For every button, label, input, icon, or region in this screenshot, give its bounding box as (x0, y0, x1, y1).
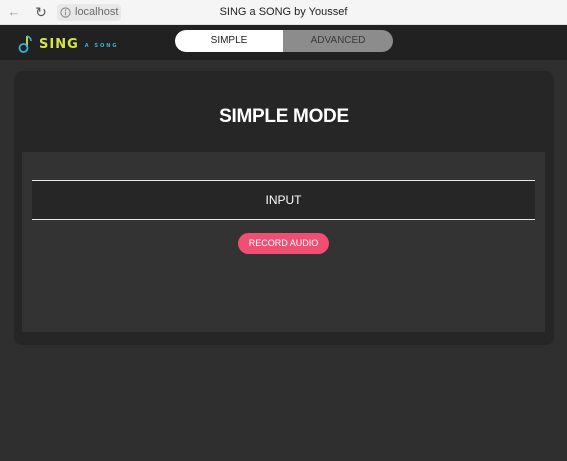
logo-subtext: A SONG (84, 43, 119, 49)
input-section: INPUT (32, 180, 535, 220)
app-header: SING A SONG SIMPLE ADVANCED (0, 25, 567, 60)
logo[interactable]: SING A SONG (17, 33, 119, 55)
page-title: SIMPLE MODE (219, 106, 349, 127)
logo-text: SING (39, 36, 79, 52)
music-note-icon (18, 35, 32, 53)
input-panel: INPUT RECORD AUDIO (22, 152, 545, 332)
mode-toggle: SIMPLE ADVANCED (175, 30, 393, 52)
tab-advanced[interactable]: ADVANCED (283, 30, 393, 52)
main-card: SIMPLE MODE INPUT RECORD AUDIO (14, 71, 554, 345)
browser-toolbar: ← ↻ localhost SING a SONG by Youssef (0, 0, 567, 25)
tab-simple[interactable]: SIMPLE (175, 30, 283, 52)
window-title: SING a SONG by Youssef (219, 6, 348, 18)
record-audio-button[interactable]: RECORD AUDIO (238, 233, 329, 254)
